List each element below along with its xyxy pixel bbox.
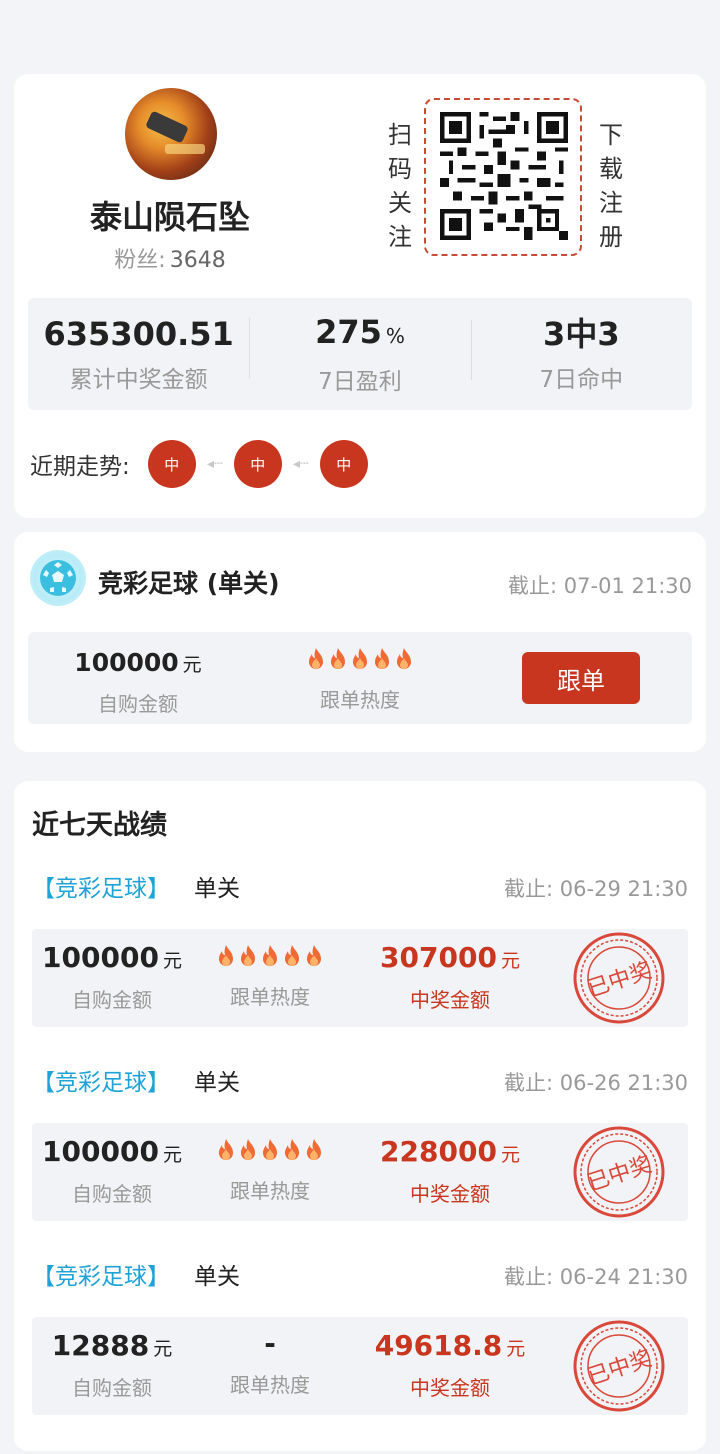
fire-icon xyxy=(285,945,299,966)
won-stamp-icon: 已中奖 xyxy=(573,1126,665,1218)
fire-icon xyxy=(219,1139,233,1160)
follow-button[interactable]: 跟单 xyxy=(522,652,640,704)
fire-icon xyxy=(285,1139,299,1160)
record-type: 【竞彩足球】 xyxy=(32,1264,170,1290)
record-winnings: 49618.8 元 中奖金额 xyxy=(374,1329,526,1400)
record-amount: 100000 元 自购金额 xyxy=(42,1135,182,1206)
fire-icon xyxy=(219,945,233,966)
record-winnings: 228000 元 中奖金额 xyxy=(380,1135,520,1206)
fans-number: 3648 xyxy=(169,248,226,273)
record-deadline: 截止: 06-24 21:30 xyxy=(504,1265,688,1289)
current-plan-card[interactable]: 竞彩足球 (单关) 截止: 07-01 21:30 100000 元 自购金额 跟… xyxy=(14,532,706,752)
fire-icon xyxy=(353,648,367,669)
plan-heat: 跟单热度 xyxy=(280,642,440,713)
heat-rating xyxy=(280,642,440,676)
plan-title: 竞彩足球 (单关) xyxy=(98,569,280,598)
arrow-left-icon: ◂┄ xyxy=(293,456,309,472)
fire-icon xyxy=(241,945,255,966)
record-amount: 100000 元 自购金额 xyxy=(42,941,182,1012)
fire-icon xyxy=(307,945,321,966)
record-amount: 12888 元 自购金额 xyxy=(51,1329,173,1400)
fire-icon xyxy=(307,1139,321,1160)
record-heat: 跟单热度 xyxy=(190,939,350,1010)
fans-count: 粉丝: 3648 xyxy=(14,242,326,274)
heat-rating xyxy=(190,939,350,973)
record-summary: 100000 元 自购金额 跟单热度 307000 元 中奖金额 已中奖 xyxy=(32,929,688,1027)
qr-code-image xyxy=(440,112,568,240)
record-deadline: 截止: 06-26 21:30 xyxy=(504,1071,688,1095)
trend-ball: 中 xyxy=(319,440,368,488)
qr-code[interactable] xyxy=(424,98,582,256)
record-type: 【竞彩足球】 xyxy=(32,876,170,902)
stat-total-winnings: 635300.51 累计中奖金额 xyxy=(43,315,234,393)
nickname: 泰山陨石坠 xyxy=(89,198,250,236)
plan-deadline: 截止: 07-01 21:30 xyxy=(508,574,692,598)
fire-icon xyxy=(263,1139,277,1160)
recent-trend: 近期走势: 中 ◂┄ 中 ◂┄ 中 xyxy=(30,440,368,488)
record-winnings: 307000 元 中奖金额 xyxy=(380,941,520,1012)
football-icon xyxy=(30,550,86,606)
trend-ball: 中 xyxy=(147,440,196,488)
fire-icon xyxy=(397,648,411,669)
won-stamp-icon: 已中奖 xyxy=(573,1320,665,1412)
scan-follow-text: 扫 码 关 注 xyxy=(388,121,412,251)
trend-label: 近期走势: xyxy=(30,454,130,480)
record-pass: 单关 xyxy=(194,1264,240,1290)
fire-icon xyxy=(375,648,389,669)
plan-amount: 100000 元 自购金额 xyxy=(74,648,202,716)
fire-icon xyxy=(241,1139,255,1160)
record-heat: 跟单热度 xyxy=(190,1133,350,1204)
stat-7day-profit: 275% 7日盈利 xyxy=(249,312,470,396)
records-card: 近七天战绩 【竞彩足球】 单关 截止: 06-29 21:30 100000 元 … xyxy=(14,781,706,1451)
fire-icon xyxy=(331,648,345,669)
trend-ball: 中 xyxy=(233,440,282,488)
avatar[interactable] xyxy=(125,88,217,180)
fire-icon xyxy=(263,945,277,966)
record-type: 【竞彩足球】 xyxy=(32,1070,170,1096)
won-stamp-icon: 已中奖 xyxy=(573,932,665,1024)
records-title: 近七天战绩 xyxy=(32,810,167,841)
fans-label: 粉丝: xyxy=(114,248,166,273)
record-pass: 单关 xyxy=(194,876,240,902)
record-summary: 100000 元 自购金额 跟单热度 228000 元 中奖金额 已中奖 xyxy=(32,1123,688,1221)
record-pass: 单关 xyxy=(194,1070,240,1096)
arrow-left-icon: ◂┄ xyxy=(207,456,223,472)
record-item[interactable]: 【竞彩足球】 单关 截止: 06-26 21:30 100000 元 自购金额 跟… xyxy=(14,1063,706,1257)
record-item[interactable]: 【竞彩足球】 单关 截止: 06-29 21:30 100000 元 自购金额 跟… xyxy=(14,869,706,1063)
stats-panel: 635300.51 累计中奖金额 275% 7日盈利 3中3 7日命中 xyxy=(28,298,692,410)
fire-icon xyxy=(309,648,323,669)
stat-7day-hits: 3中3 7日命中 xyxy=(470,314,692,394)
record-summary: 12888 元 自购金额 - 跟单热度 49618.8 元 中奖金额 已中奖 xyxy=(32,1317,688,1415)
download-register-text: 下 载 注 册 xyxy=(599,121,623,251)
record-heat: - 跟单热度 xyxy=(190,1327,350,1398)
heat-none: - xyxy=(264,1327,276,1360)
plan-summary: 100000 元 自购金额 跟单热度 跟单 xyxy=(28,632,692,724)
heat-rating: - xyxy=(190,1327,350,1361)
heat-rating xyxy=(190,1133,350,1167)
profile-card: 泰山陨石坠 粉丝: 3648 扫 码 关 注 下 载 注 册 635300.51… xyxy=(14,74,706,518)
record-item[interactable]: 【竞彩足球】 单关 截止: 06-24 21:30 12888 元 自购金额 - … xyxy=(14,1257,706,1451)
record-deadline: 截止: 06-29 21:30 xyxy=(504,877,688,901)
